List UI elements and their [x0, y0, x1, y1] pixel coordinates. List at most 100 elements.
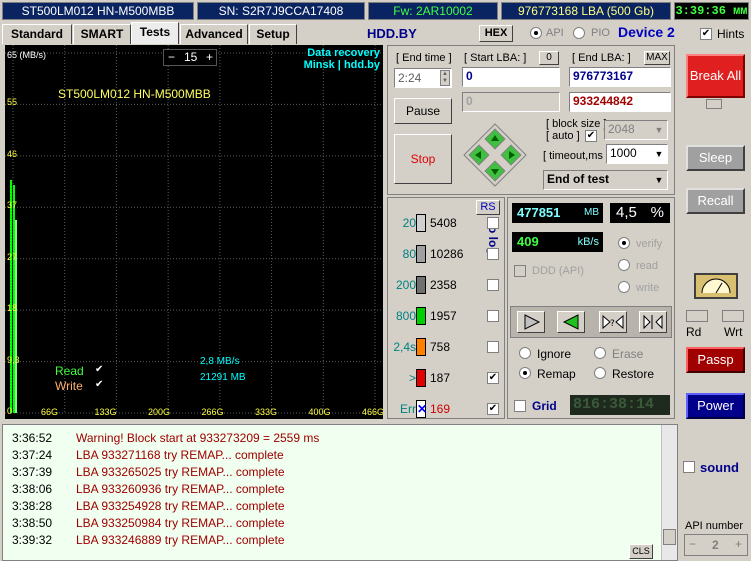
grid-checkbox[interactable] — [514, 400, 526, 412]
ddd-api-checkbox[interactable] — [514, 265, 526, 277]
end-lba-input[interactable]: 976773167 — [569, 67, 671, 87]
butterfly-icon — [643, 314, 663, 330]
rd-indicator — [686, 310, 708, 322]
log-entry: 3:39:32 LBA 933246889 try REMAP... comple… — [12, 533, 285, 550]
max-button[interactable]: MAX — [644, 51, 670, 65]
restore-radio[interactable] — [594, 367, 606, 379]
tab-advanced[interactable]: Advanced — [180, 24, 248, 44]
log-scrollbar-thumb[interactable] — [663, 529, 676, 545]
stat-count: 1957 — [430, 309, 457, 323]
hints-checkbox[interactable]: ✔ — [700, 28, 712, 40]
butterfly-button[interactable] — [639, 311, 667, 333]
stat-count: 10286 — [430, 247, 464, 261]
timeout-select[interactable]: 1000 ▼ — [606, 144, 668, 164]
verify-radio[interactable] — [618, 237, 630, 249]
rewind-button[interactable] — [557, 311, 585, 333]
api-radio[interactable] — [530, 27, 542, 39]
stat-row: 200 2358 — [388, 276, 506, 296]
log-message: LBA 933250984 try REMAP... complete — [76, 516, 285, 530]
stat-count: 169 — [430, 402, 451, 416]
end-lba-label: [ End LBA: ] — [572, 52, 631, 64]
stat-log-checkbox[interactable]: ✔ — [487, 372, 499, 384]
y-axis-label: 46 — [7, 148, 18, 159]
log-message: Warning! Block start at 933273209 = 2559… — [76, 431, 320, 445]
stat-threshold: Err — [400, 402, 416, 416]
tab-standard[interactable]: Standard — [2, 24, 72, 44]
log-entry: 3:37:24 LBA 933271168 try REMAP... comple… — [12, 448, 284, 465]
promo-text[interactable]: Data recovery Minsk | hdd.by — [296, 47, 380, 71]
zoom-plus-button[interactable]: + — [206, 50, 213, 64]
log-time: 3:39:32 — [12, 533, 53, 547]
hex-button[interactable]: HEX — [479, 25, 513, 42]
stat-log-checkbox[interactable] — [487, 217, 499, 229]
api-number-plus[interactable]: + — [735, 537, 742, 551]
auto-checkbox[interactable]: ✔ — [585, 130, 597, 142]
transport-bar: ? — [510, 306, 672, 338]
api-number-stepper[interactable]: − 2 + — [684, 534, 748, 556]
sound-label: sound — [700, 460, 739, 475]
start-lba-zero-button[interactable]: 0 — [539, 51, 559, 65]
drive-capacity: 976773168 LBA (500 Gb) — [501, 2, 671, 20]
start-lba-input[interactable]: 0 — [462, 67, 560, 87]
api-number-minus[interactable]: − — [689, 537, 696, 551]
stat-row: >187 ✔ — [388, 369, 506, 389]
stat-row: 800 1957 — [388, 307, 506, 327]
y-axis-label: 9,3 — [7, 354, 20, 365]
tab-setup[interactable]: Setup — [249, 24, 297, 44]
sleep-button[interactable]: Sleep — [686, 145, 745, 171]
end-action-select[interactable]: End of test ▼ — [543, 170, 668, 190]
log-entry: 3:38:50 LBA 933250984 try REMAP... comple… — [12, 516, 285, 533]
remap-radio[interactable] — [519, 367, 531, 379]
ignore-radio[interactable] — [519, 347, 531, 359]
graph-speed: 2,8 MB/s — [200, 356, 240, 367]
play-button[interactable] — [517, 311, 545, 333]
site-label: HDD.BY — [367, 26, 417, 41]
read-radio[interactable] — [618, 259, 630, 271]
pause-button[interactable]: Pause — [394, 98, 452, 124]
read-legend-check[interactable]: ✔ — [95, 364, 103, 375]
tab-tests[interactable]: Tests — [131, 22, 179, 44]
log-entry: 3:36:52 Warning! Block start at 933273209… — [12, 431, 319, 448]
y-axis-label: 55 — [7, 97, 18, 108]
navigation-pad[interactable] — [462, 122, 528, 188]
tab-smart[interactable]: SMART — [73, 24, 131, 44]
rd-label: Rd — [686, 325, 702, 339]
recall-button[interactable]: Recall — [686, 188, 745, 214]
end-time-input[interactable]: 2:24 ▲ ▼ — [394, 68, 452, 88]
stat-log-checkbox[interactable] — [487, 341, 499, 353]
drive-info-bar: ST500LM012 HN-M500MBB SN: S2R7J9CCA17408… — [0, 0, 751, 22]
zoom-minus-button[interactable]: − — [168, 50, 175, 64]
log-scrollbar[interactable] — [661, 425, 677, 560]
break-all-button[interactable]: Break All — [686, 54, 745, 98]
y-axis-label: 18 — [7, 303, 18, 314]
y-axis-label: 27 — [7, 251, 18, 262]
stat-log-checkbox[interactable] — [487, 310, 499, 322]
stat-log-checkbox[interactable] — [487, 248, 499, 260]
stat-log-checkbox[interactable] — [487, 279, 499, 291]
clear-log-button[interactable]: CLS — [629, 544, 653, 559]
event-log: 3:36:52 Warning! Block start at 933273209… — [2, 424, 678, 561]
write-radio[interactable] — [618, 281, 630, 293]
end-time-spinner[interactable]: ▲ ▼ — [440, 70, 450, 86]
zoom-value: 15 — [184, 50, 198, 64]
write-legend-check[interactable]: ✔ — [95, 379, 103, 390]
random-button[interactable]: ? — [599, 311, 627, 333]
break-indicator — [706, 99, 722, 109]
power-button[interactable]: Power — [686, 393, 745, 419]
stop-button[interactable]: Stop — [394, 134, 452, 184]
play-icon — [524, 314, 541, 330]
log-message: LBA 933265025 try REMAP... complete — [76, 465, 285, 479]
stat-threshold: > — [408, 371, 416, 385]
erase-radio[interactable] — [594, 347, 606, 359]
pio-radio[interactable] — [573, 27, 585, 39]
block-size-select[interactable]: 2048 ▼ — [604, 120, 668, 140]
promo-line1: Data recovery — [307, 47, 380, 59]
start-lba-label: [ Start LBA: ] — [464, 52, 527, 64]
reset-stats-button[interactable]: RS — [476, 200, 500, 215]
graph-processed: 21291 MB — [200, 372, 246, 383]
log-message: LBA 933246889 try REMAP... complete — [76, 533, 285, 547]
sound-checkbox[interactable] — [683, 461, 695, 473]
passp-button[interactable]: Passp — [686, 347, 745, 373]
stat-log-checkbox[interactable]: ✔ — [487, 403, 499, 415]
zoom-control: − 15 + — [163, 49, 217, 66]
